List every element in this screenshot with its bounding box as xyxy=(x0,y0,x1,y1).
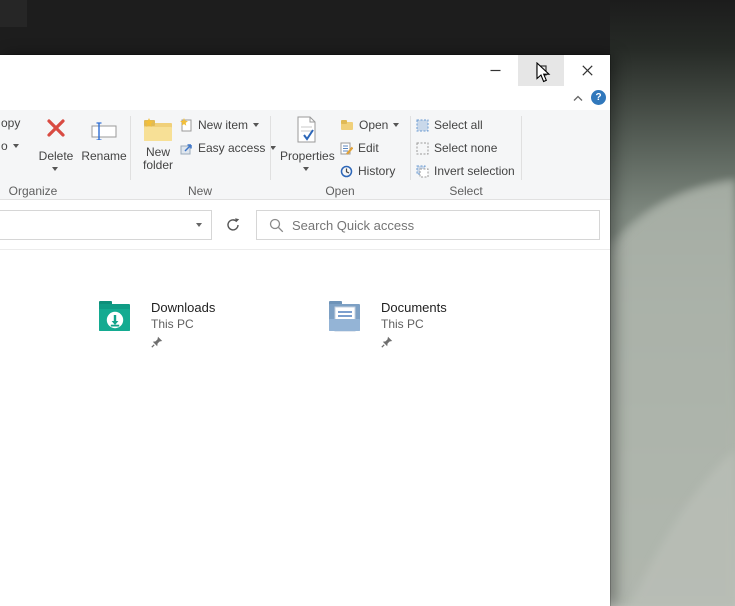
quick-access-tile-documents[interactable]: Documents This PC xyxy=(328,298,447,353)
new-item-label: New item xyxy=(198,118,248,132)
ribbon-group-divider xyxy=(130,116,131,180)
group-label-organize: Organize xyxy=(0,184,66,198)
dark-top-area xyxy=(0,0,610,55)
dropdown-caret-icon xyxy=(303,167,309,171)
collapse-ribbon-button[interactable] xyxy=(570,92,586,104)
open-label: Open xyxy=(359,118,388,132)
properties-label: Properties xyxy=(280,150,334,163)
new-item-button[interactable]: New item xyxy=(180,118,259,132)
edit-button[interactable]: Edit xyxy=(340,141,379,155)
select-none-icon xyxy=(416,142,429,155)
search-box[interactable]: Search Quick access xyxy=(256,210,600,240)
easy-access-icon xyxy=(180,142,193,155)
edit-label: Edit xyxy=(358,141,379,155)
desktop-curve-decoration xyxy=(610,0,735,606)
dropdown-caret-icon xyxy=(253,123,259,127)
address-bar-row: Search Quick access xyxy=(0,200,610,250)
invert-selection-icon xyxy=(416,165,429,178)
open-button[interactable]: Open xyxy=(340,118,399,132)
rename-label: Rename xyxy=(80,150,128,163)
help-button[interactable]: ? xyxy=(591,90,606,105)
easy-access-button[interactable]: Easy access xyxy=(180,141,276,155)
chevron-up-icon xyxy=(573,95,583,102)
delete-button[interactable]: Delete xyxy=(34,112,78,180)
refresh-icon xyxy=(225,217,241,233)
titlebar xyxy=(0,55,610,86)
select-all-label: Select all xyxy=(434,118,483,132)
ribbon-group-divider xyxy=(270,116,271,180)
ribbon-utility-row: ? xyxy=(0,86,610,110)
ribbon: opy o Delete Rename xyxy=(0,110,610,200)
invert-selection-label: Invert selection xyxy=(434,164,515,178)
refresh-button[interactable] xyxy=(218,210,248,240)
rename-icon xyxy=(91,122,117,140)
top-left-tile xyxy=(0,0,27,27)
select-none-label: Select none xyxy=(434,141,497,155)
clipped-button-fragment[interactable]: opy xyxy=(1,116,20,130)
ribbon-group-divider xyxy=(410,116,411,180)
dropdown-caret-icon xyxy=(13,144,19,148)
new-folder-label: New folder xyxy=(134,146,182,172)
downloads-folder-icon xyxy=(98,298,140,334)
minimize-button[interactable] xyxy=(472,55,518,86)
new-folder-button[interactable]: New folder xyxy=(134,112,182,180)
select-none-button[interactable]: Select none xyxy=(416,141,497,155)
history-icon xyxy=(340,165,353,178)
minimize-icon xyxy=(490,65,501,76)
group-label-open: Open xyxy=(270,184,410,198)
help-icon: ? xyxy=(595,92,601,103)
tile-location: This PC xyxy=(151,316,215,332)
search-icon xyxy=(269,218,284,233)
close-button[interactable] xyxy=(564,55,610,86)
desktop-wallpaper xyxy=(610,0,735,606)
open-icon xyxy=(340,119,354,131)
tile-location: This PC xyxy=(381,316,447,332)
dropdown-caret-icon xyxy=(393,123,399,127)
invert-selection-button[interactable]: Invert selection xyxy=(416,164,515,178)
address-dropdown-caret-icon xyxy=(196,223,202,227)
mouse-cursor xyxy=(536,62,552,84)
dropdown-caret-icon xyxy=(270,146,276,150)
group-label-new: New xyxy=(130,184,270,198)
address-combobox[interactable] xyxy=(0,210,212,240)
select-all-button[interactable]: Select all xyxy=(416,118,483,132)
tile-name: Documents xyxy=(381,300,447,316)
dropdown-caret-icon xyxy=(52,167,58,171)
ribbon-group-divider xyxy=(521,116,522,180)
properties-icon xyxy=(296,116,318,143)
new-folder-icon xyxy=(143,118,173,142)
edit-icon xyxy=(340,142,353,155)
tile-name: Downloads xyxy=(151,300,215,316)
properties-button[interactable]: Properties xyxy=(280,112,334,180)
history-button[interactable]: History xyxy=(340,164,395,178)
history-label: History xyxy=(358,164,395,178)
new-item-icon xyxy=(180,118,193,132)
easy-access-label: Easy access xyxy=(198,141,265,155)
quick-access-tile-downloads[interactable]: Downloads This PC xyxy=(98,298,215,353)
search-placeholder: Search Quick access xyxy=(292,218,414,233)
pin-icon xyxy=(151,336,163,348)
file-explorer-window: ? opy o Delete Rename xyxy=(0,55,610,606)
delete-label: Delete xyxy=(34,150,78,163)
delete-red-x-icon xyxy=(46,118,66,138)
group-label-select: Select xyxy=(410,184,522,198)
pin-icon xyxy=(381,336,393,348)
select-all-icon xyxy=(416,119,429,132)
clipped-button-fragment[interactable]: o xyxy=(1,139,8,153)
documents-folder-icon xyxy=(328,298,370,334)
rename-button[interactable]: Rename xyxy=(80,112,128,180)
close-icon xyxy=(582,65,593,76)
